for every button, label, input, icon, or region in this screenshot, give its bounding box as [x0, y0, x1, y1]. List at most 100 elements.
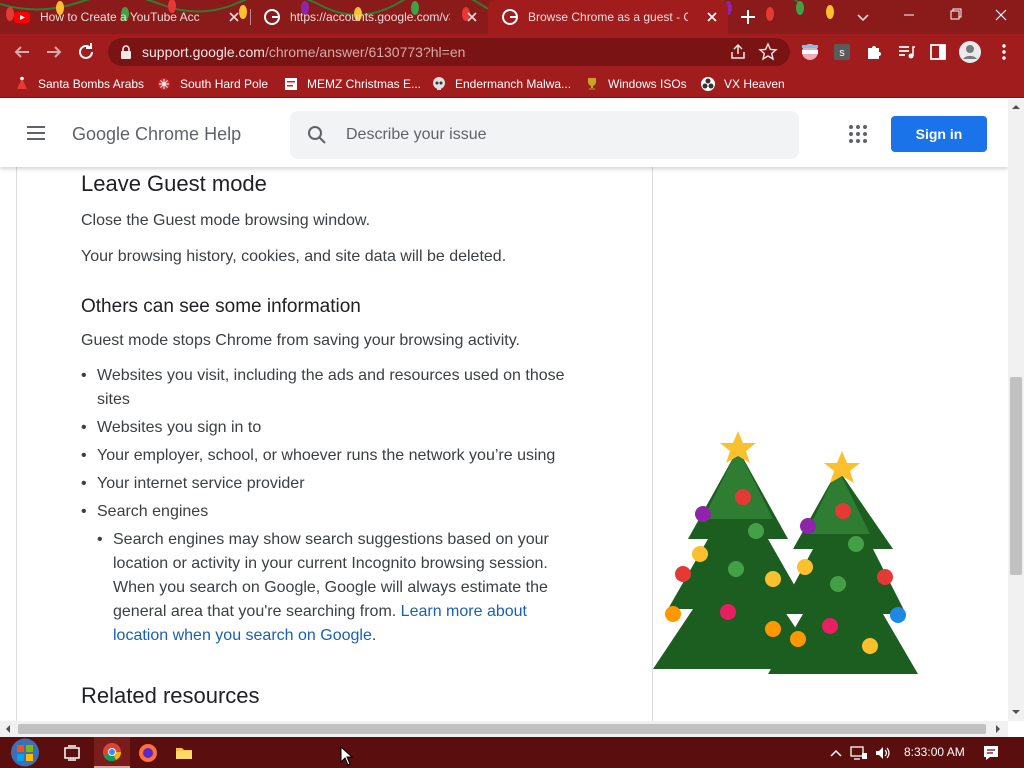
tab-title: https://accounts.google.com/v3/: [290, 10, 450, 24]
task-view-icon: [64, 744, 80, 761]
bookmark-label: Endermanch Malwa...: [455, 77, 572, 91]
close-tab-icon[interactable]: [464, 9, 480, 25]
minimize-icon[interactable]: [886, 0, 932, 30]
list-item-text: Search engines: [97, 503, 209, 520]
horizontal-scrollbar[interactable]: [0, 721, 1008, 737]
help-center-header: Google Chrome Help Sign in: [0, 99, 1008, 167]
search-box[interactable]: [290, 111, 799, 159]
scroll-up-arrow-icon[interactable]: [1011, 102, 1021, 112]
back-arrow-icon[interactable]: [10, 40, 34, 64]
show-hidden-icons-chevron-icon[interactable]: [828, 745, 844, 761]
lock-icon[interactable]: [118, 44, 134, 60]
share-icon[interactable]: [728, 42, 748, 62]
bookmark-windows-isos[interactable]: Windows ISOs: [584, 75, 687, 93]
taskbar-file-explorer[interactable]: [166, 737, 202, 768]
vertical-scrollbar[interactable]: [1008, 99, 1024, 721]
bookmark-santa-bombs-arabs[interactable]: Santa Bombs Arabs: [14, 75, 144, 93]
bookmark-star-icon[interactable]: [758, 42, 778, 62]
bookmark-memz-christmas[interactable]: MEMZ Christmas E...: [283, 75, 421, 93]
bookmark-label: South Hard Pole: [180, 77, 269, 91]
vertical-scrollbar-thumb[interactable]: [1010, 377, 1022, 575]
taskbar-firefox[interactable]: [130, 737, 166, 768]
site-title[interactable]: Google Chrome Help: [72, 124, 241, 145]
tab-title: Browse Chrome as a guest - Com: [528, 10, 688, 24]
mouse-cursor-icon: [340, 746, 354, 766]
paragraph: Close the Guest mode browsing window.: [81, 212, 371, 229]
taskbar-chrome[interactable]: [94, 737, 130, 768]
profile-avatar-icon[interactable]: [958, 40, 982, 64]
windows-taskbar: 8:33:00 AM: [0, 737, 1024, 768]
sub-list-item: • Search engines may show search suggest…: [97, 531, 549, 644]
related-resources-heading: Related resources: [81, 683, 260, 708]
tab-google-accounts[interactable]: https://accounts.google.com/v3/: [250, 0, 488, 34]
bookmark-south-hard-pole[interactable]: South Hard Pole: [156, 75, 268, 93]
search-input[interactable]: [346, 123, 776, 147]
new-tab-icon[interactable]: [736, 5, 760, 29]
network-icon[interactable]: [850, 745, 868, 761]
chrome-icon: [103, 742, 121, 761]
reload-icon[interactable]: [74, 40, 98, 64]
svg-text:s: s: [839, 47, 845, 59]
side-panel-icon[interactable]: [928, 42, 948, 62]
firefox-icon: [139, 743, 157, 762]
horizontal-scrollbar-thumb[interactable]: [18, 724, 986, 734]
s-extension-icon[interactable]: s: [832, 42, 852, 62]
article-body: Leave Guest mode Close the Guest mode br…: [16, 167, 653, 721]
bookmark-label: Windows ISOs: [608, 77, 687, 91]
paragraph: Your browsing history, cookies, and site…: [81, 248, 507, 265]
skull-icon: [433, 77, 445, 90]
bookmark-vx-heaven[interactable]: VX Heaven: [700, 75, 785, 93]
bookmarks-bar: Santa Bombs Arabs South Hard Pole MEMZ C…: [0, 70, 1024, 98]
christmas-trees-decoration: [653, 431, 918, 674]
biohazard-icon: [701, 77, 715, 91]
media-control-icon[interactable]: [896, 42, 916, 62]
url-host: support.google.com: [142, 44, 265, 60]
url-text[interactable]: support.google.com/chrome/answer/6130773…: [142, 44, 465, 60]
bookmark-endermanch-malware[interactable]: Endermanch Malwa...: [431, 75, 571, 93]
scroll-right-arrow-icon[interactable]: [993, 724, 1003, 734]
restore-icon[interactable]: [932, 0, 978, 30]
bookmark-label: Santa Bombs Arabs: [38, 77, 145, 91]
others-heading: Others can see some information: [81, 296, 361, 317]
google-apps-grid-icon[interactable]: [847, 123, 869, 145]
transgender-flag-extension-icon[interactable]: [800, 42, 820, 62]
list-item: • Search engines: [81, 500, 601, 524]
more-menu-icon[interactable]: [994, 42, 1014, 62]
address-bar[interactable]: support.google.com/chrome/answer/6130773…: [108, 38, 790, 66]
search-icon[interactable]: [306, 124, 328, 146]
list-item: • Your employer, school, or whoever runs …: [81, 444, 601, 468]
url-path: /chrome/answer/6130773?hl=en: [264, 44, 466, 60]
list-item-text: Websites you visit, including the ads an…: [97, 367, 565, 408]
page-icon: [285, 78, 297, 90]
bookmark-label: VX Heaven: [724, 77, 785, 91]
hamburger-menu-icon[interactable]: [24, 121, 48, 145]
list-item-text: Your internet service provider: [97, 475, 305, 492]
scroll-left-arrow-icon[interactable]: [3, 724, 13, 734]
page-content: Google Chrome Help Sign in Leave Guest m…: [0, 99, 1008, 721]
tab-youtube[interactable]: How to Create a YouTube Accou: [0, 0, 250, 34]
start-button-icon[interactable]: [0, 737, 50, 768]
file-explorer-icon: [176, 747, 192, 759]
tab-browse-chrome-guest[interactable]: Browse Chrome as a guest - Com: [488, 0, 728, 34]
close-tab-icon[interactable]: [226, 9, 242, 25]
tab-search-chevron-icon[interactable]: [852, 6, 874, 28]
volume-icon[interactable]: [874, 745, 892, 761]
sub-list-end: .: [371, 627, 377, 644]
list-item: • Your internet service provider: [81, 472, 601, 496]
sign-in-button[interactable]: Sign in: [891, 116, 987, 152]
tab-strip: How to Create a YouTube Accou https://ac…: [0, 0, 1024, 34]
youtube-icon: [14, 12, 30, 23]
leave-guest-mode-heading: Leave Guest mode: [81, 171, 267, 196]
scroll-down-arrow-icon[interactable]: [1011, 707, 1021, 717]
close-window-icon[interactable]: [978, 0, 1024, 30]
snowflake-icon: [158, 78, 170, 90]
bookmark-label: MEMZ Christmas E...: [307, 77, 422, 91]
task-view-button[interactable]: [54, 737, 90, 768]
forward-arrow-icon[interactable]: [42, 40, 66, 64]
list-item: • Websites you visit, including the ads a…: [81, 364, 601, 412]
taskbar-clock[interactable]: 8:33:00 AM: [904, 745, 965, 759]
extensions-puzzle-icon[interactable]: [864, 42, 884, 62]
action-center-notification-icon[interactable]: [982, 744, 1000, 762]
list-item: • Websites you sign in to: [81, 416, 601, 440]
close-tab-icon[interactable]: [704, 9, 720, 25]
